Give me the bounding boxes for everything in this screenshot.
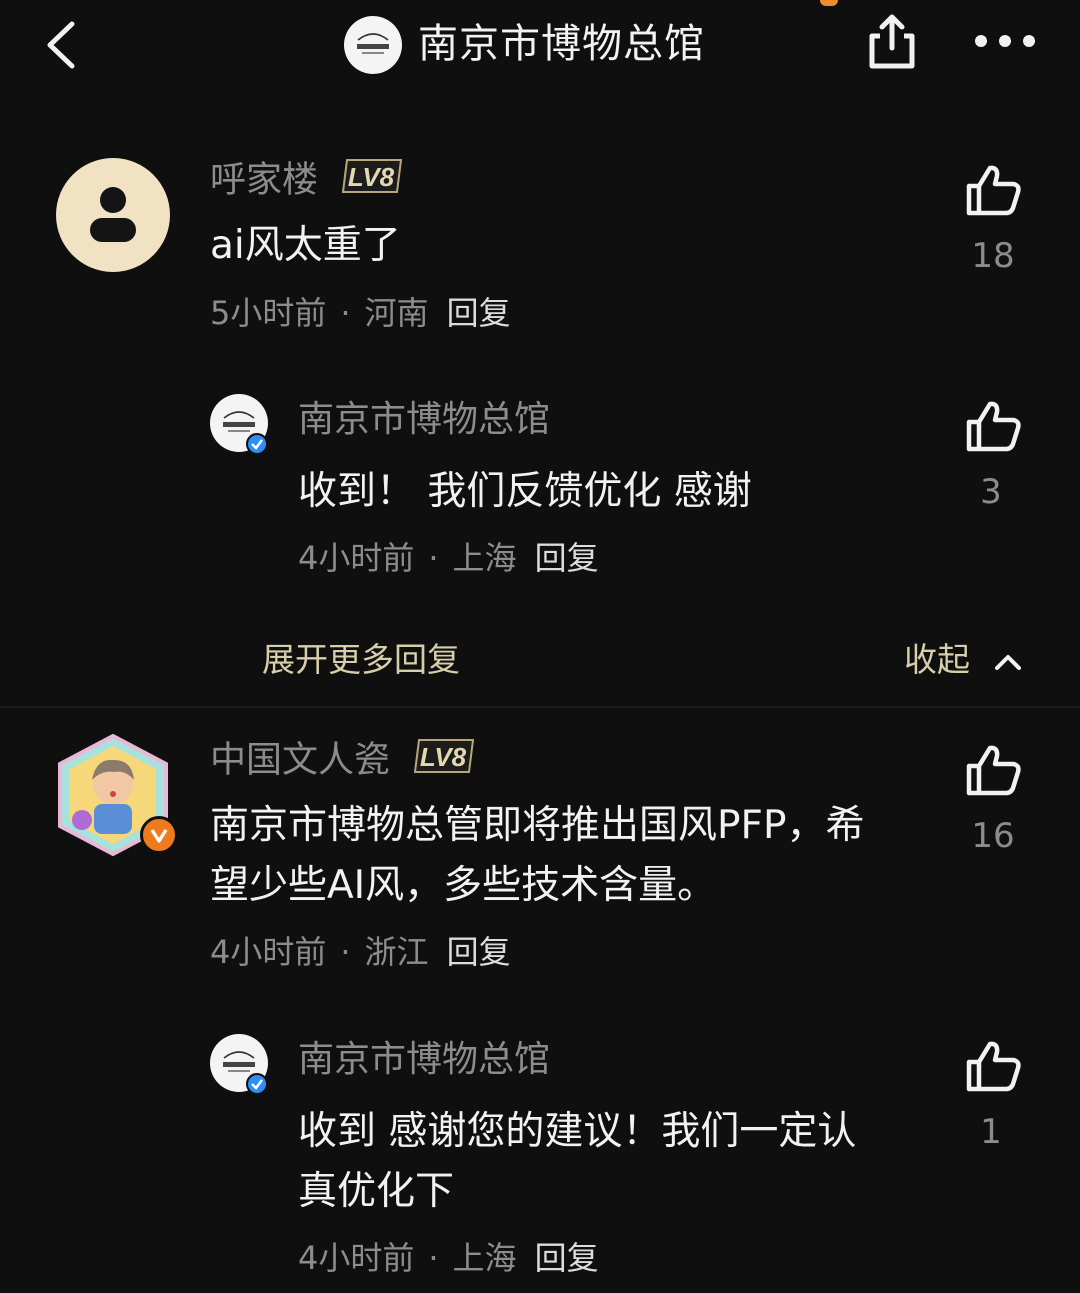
reply-author[interactable]: 南京市博物总馆 [298, 1038, 550, 1082]
verified-icon [246, 1073, 268, 1095]
collapse-label: 收起 [904, 640, 970, 679]
reply-text-line: 收到 感谢您的建议！我们一定认 [298, 1109, 857, 1154]
verified-icon [246, 433, 268, 455]
reply-text: 收到 感谢您的建议！我们一定认 真优化下 [298, 1102, 948, 1222]
level-badge: LV8 [413, 738, 475, 785]
like-icon[interactable] [966, 400, 1022, 452]
chevron-up-icon [994, 654, 1021, 670]
reply-button[interactable]: 回复 [535, 1239, 599, 1277]
verified-icon [140, 816, 178, 854]
reply-text-line: 真优化下 [298, 1169, 455, 1214]
like-icon[interactable] [966, 164, 1022, 216]
reply-button[interactable]: 回复 [447, 294, 511, 332]
default-user-icon [90, 187, 136, 242]
comment-meta: 4小时前 · 浙江 回复 [210, 933, 511, 971]
header-avatar[interactable] [344, 16, 402, 74]
comment-meta: 5小时前 · 河南 回复 [210, 294, 511, 332]
notification-dot [820, 0, 838, 6]
like-count: 3 [980, 472, 1002, 512]
divider [0, 706, 1080, 708]
reply-time: 4小时前 [298, 539, 415, 577]
svg-text:LV8: LV8 [348, 162, 395, 192]
comment-text-line: 南京市博物总管即将推出国风PFP，希 [210, 803, 865, 848]
reply-time: 4小时前 [298, 1239, 415, 1277]
comment-location: 河南 [364, 294, 429, 332]
comment-time: 4小时前 [210, 933, 327, 971]
like-count: 18 [971, 236, 1015, 276]
share-icon[interactable] [862, 12, 922, 72]
like-icon[interactable] [966, 1040, 1022, 1092]
comment-text-line: 望少些AI风，多些技术含量。 [210, 863, 717, 908]
expand-replies-button[interactable]: 展开更多回复 [262, 638, 460, 682]
comment-author[interactable]: 呼家楼 LV8 [210, 158, 403, 205]
comment-text: 南京市博物总管即将推出国风PFP，希 望少些AI风，多些技术含量。 [210, 796, 950, 916]
user-avatar[interactable] [56, 158, 170, 272]
reply-location: 上海 [452, 1239, 517, 1277]
reply-meta: 4小时前 · 上海 回复 [298, 1239, 599, 1277]
level-badge: LV8 [341, 158, 403, 205]
comment-author[interactable]: 中国文人瓷 LV8 [210, 738, 475, 785]
comment-text: ai风太重了 [210, 223, 401, 268]
more-icon[interactable] [972, 28, 1038, 54]
like-count: 16 [971, 816, 1015, 856]
back-icon[interactable] [38, 18, 88, 72]
reply-button[interactable]: 回复 [535, 539, 599, 577]
comment-location: 浙江 [364, 933, 429, 971]
page-title: 南京市博物总馆 [418, 21, 705, 67]
reply-location: 上海 [452, 539, 517, 577]
reply-meta: 4小时前 · 上海 回复 [298, 539, 599, 577]
svg-text:LV8: LV8 [420, 742, 467, 772]
like-icon[interactable] [966, 744, 1022, 796]
comment-time: 5小时前 [210, 294, 327, 332]
like-count: 1 [980, 1112, 1002, 1152]
collapse-button[interactable]: 收起 [904, 638, 1023, 682]
reply-author[interactable]: 南京市博物总馆 [298, 398, 550, 442]
reply-button[interactable]: 回复 [447, 933, 511, 971]
reply-text: 收到！ 我们反馈优化 感谢 [298, 469, 752, 514]
